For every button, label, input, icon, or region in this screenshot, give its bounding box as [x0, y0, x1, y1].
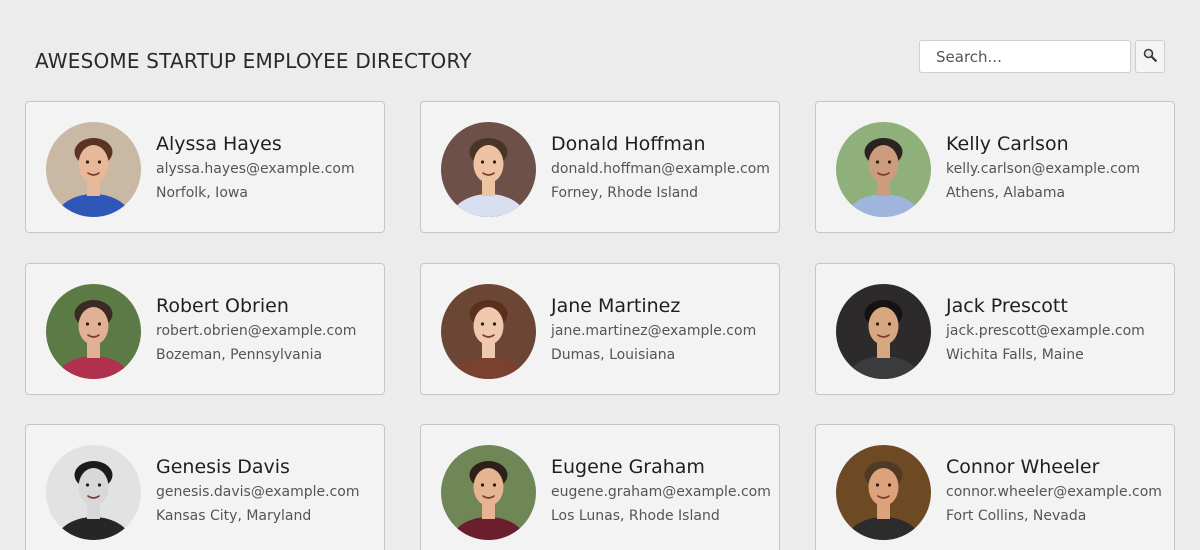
avatar [46, 445, 141, 540]
employee-email: kelly.carlson@example.com [946, 161, 1141, 177]
employee-email: eugene.graham@example.com [551, 484, 771, 500]
employee-name: Genesis Davis [156, 456, 290, 478]
employee-name: Eugene Graham [551, 456, 705, 478]
employee-location: Wichita Falls, Maine [946, 347, 1084, 363]
search-button[interactable] [1135, 40, 1165, 73]
employee-card[interactable]: Jack Prescott jack.prescott@example.com … [815, 263, 1175, 395]
employee-email: jack.prescott@example.com [946, 323, 1145, 339]
page-title: AWESOME STARTUP EMPLOYEE DIRECTORY [35, 49, 472, 73]
employee-info: Jane Martinez jane.martinez@example.com … [551, 294, 771, 364]
employee-info: Donald Hoffman donald.hoffman@example.co… [551, 132, 771, 202]
employee-card[interactable]: Donald Hoffman donald.hoffman@example.co… [420, 101, 780, 233]
employee-location: Kansas City, Maryland [156, 508, 312, 524]
employee-email: donald.hoffman@example.com [551, 161, 770, 177]
employee-card[interactable]: Jane Martinez jane.martinez@example.com … [420, 263, 780, 395]
avatar [46, 284, 141, 379]
employee-name: Robert Obrien [156, 295, 289, 317]
employee-name: Jack Prescott [946, 295, 1068, 317]
employee-card[interactable]: Alyssa Hayes alyssa.hayes@example.com No… [25, 101, 385, 233]
employee-location: Athens, Alabama [946, 185, 1066, 201]
employee-card[interactable]: Connor Wheeler connor.wheeler@example.co… [815, 424, 1175, 550]
employee-info: Kelly Carlson kelly.carlson@example.com … [946, 132, 1166, 202]
employee-info: Jack Prescott jack.prescott@example.com … [946, 294, 1166, 364]
employee-name: Alyssa Hayes [156, 133, 282, 155]
avatar [836, 122, 931, 217]
employee-location: Bozeman, Pennsylvania [156, 347, 323, 363]
employee-name: Donald Hoffman [551, 133, 706, 155]
employee-card[interactable]: Eugene Graham eugene.graham@example.com … [420, 424, 780, 550]
employee-card[interactable]: Genesis Davis genesis.davis@example.com … [25, 424, 385, 550]
employee-info: Genesis Davis genesis.davis@example.com … [156, 455, 376, 525]
employee-name: Connor Wheeler [946, 456, 1100, 478]
avatar [46, 122, 141, 217]
employee-location: Norfolk, Iowa [156, 185, 248, 201]
employee-info: Connor Wheeler connor.wheeler@example.co… [946, 455, 1166, 525]
employee-location: Fort Collins, Nevada [946, 508, 1087, 524]
avatar [836, 284, 931, 379]
avatar [441, 445, 536, 540]
employee-card[interactable]: Kelly Carlson kelly.carlson@example.com … [815, 101, 1175, 233]
employee-email: jane.martinez@example.com [551, 323, 757, 339]
magnifier-icon [1143, 48, 1157, 65]
employee-info: Alyssa Hayes alyssa.hayes@example.com No… [156, 132, 376, 202]
employee-info: Robert Obrien robert.obrien@example.com … [156, 294, 376, 364]
employee-info: Eugene Graham eugene.graham@example.com … [551, 455, 771, 525]
employee-location: Dumas, Louisiana [551, 347, 676, 363]
avatar [441, 122, 536, 217]
employee-name: Jane Martinez [551, 295, 681, 317]
employee-email: alyssa.hayes@example.com [156, 161, 355, 177]
employee-email: genesis.davis@example.com [156, 484, 360, 500]
avatar [441, 284, 536, 379]
employee-location: Forney, Rhode Island [551, 185, 699, 201]
employee-email: robert.obrien@example.com [156, 323, 357, 339]
employee-card[interactable]: Robert Obrien robert.obrien@example.com … [25, 263, 385, 395]
employee-email: connor.wheeler@example.com [946, 484, 1162, 500]
employee-location: Los Lunas, Rhode Island [551, 508, 720, 524]
search-input[interactable] [919, 40, 1131, 73]
avatar [836, 445, 931, 540]
header: AWESOME STARTUP EMPLOYEE DIRECTORY [0, 0, 1200, 100]
employee-name: Kelly Carlson [946, 133, 1069, 155]
